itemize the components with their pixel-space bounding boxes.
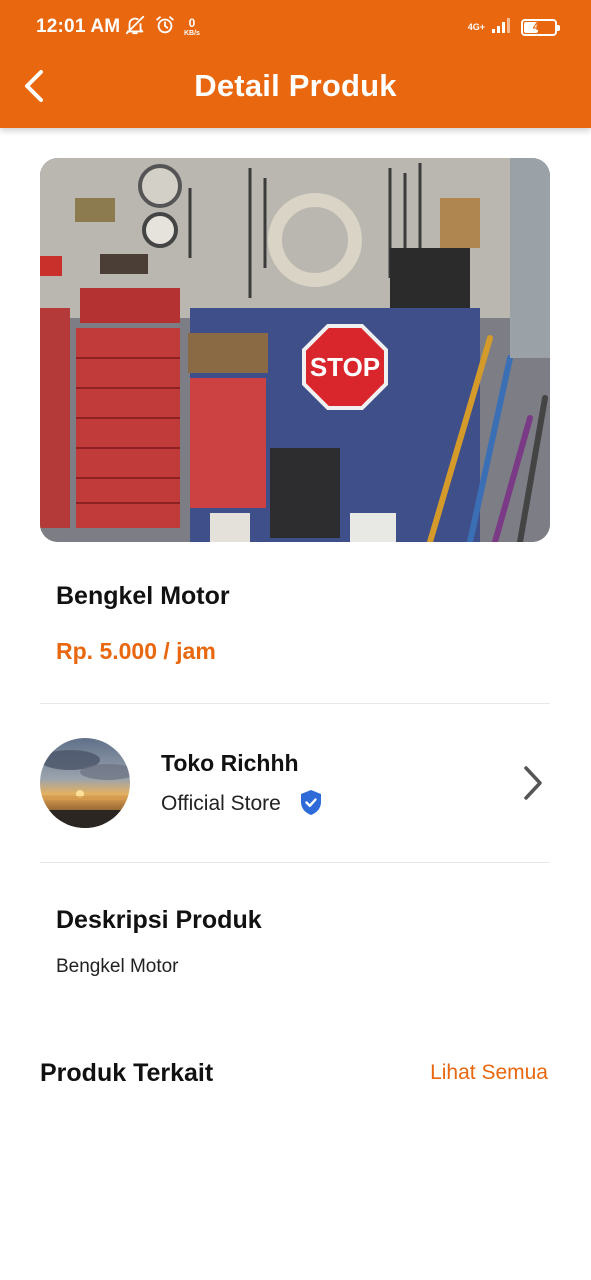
alarm-icon	[154, 14, 176, 41]
status-icons-left: 0 KB/s	[124, 14, 200, 40]
product-name: Bengkel Motor	[56, 582, 230, 610]
signal-icon	[491, 16, 513, 39]
garage-workshop-photo: STOP	[40, 158, 550, 542]
status-time: 12:01 AM	[36, 16, 121, 37]
network-type: 4G+	[467, 21, 485, 32]
verified-shield-icon	[301, 790, 321, 815]
chevron-right-icon	[524, 766, 542, 800]
product-price: Rp. 5.000 / jam	[56, 638, 216, 664]
store-row[interactable]: Toko Richhh Official Store	[40, 736, 550, 830]
store-type: Official Store	[161, 792, 281, 815]
battery-icon: 46	[521, 18, 560, 36]
see-all-link[interactable]: Lihat Semua	[430, 1061, 548, 1085]
status-icons-right: 4G+ 46	[467, 14, 560, 40]
store-name: Toko Richhh	[161, 750, 299, 776]
app-bar: Detail Produk	[0, 56, 591, 128]
divider	[40, 703, 550, 704]
header: 12:01 AM 0 KB/s 4G+ 46 Detail Produk	[0, 0, 591, 128]
notifications-off-icon	[124, 14, 146, 41]
page-title: Detail Produk	[194, 68, 397, 103]
product-image: STOP	[40, 158, 550, 542]
description-text: Bengkel Motor	[56, 956, 179, 977]
avatar	[40, 738, 130, 828]
battery-level: 46	[532, 21, 546, 33]
divider	[40, 862, 550, 863]
svg-text:STOP: STOP	[310, 352, 380, 382]
related-products-title: Produk Terkait	[40, 1059, 214, 1087]
status-bar: 12:01 AM 0 KB/s 4G+ 46	[0, 0, 591, 56]
description-title: Deskripsi Produk	[56, 906, 262, 934]
net-speed-unit: KB/s	[184, 30, 200, 37]
net-speed-value: 0	[188, 16, 196, 30]
net-speed: 0 KB/s	[184, 17, 200, 37]
